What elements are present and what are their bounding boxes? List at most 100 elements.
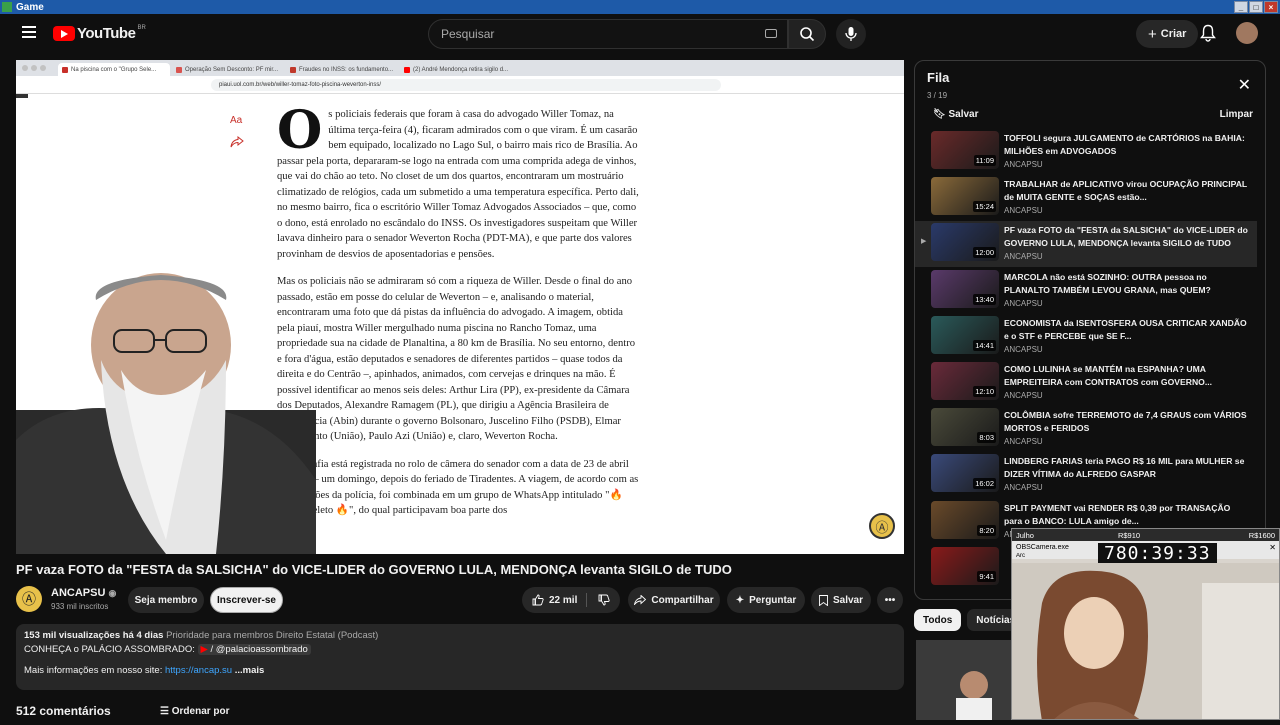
- tab-favicon-icon: [404, 66, 410, 73]
- channel-avatar[interactable]: Ⓐ: [16, 586, 42, 612]
- queue-item-thumbnail[interactable]: 8:03: [931, 408, 999, 447]
- keyboard-icon[interactable]: [765, 29, 777, 38]
- queue-item[interactable]: ▶ 12:00 PF vaza FOTO da "FESTA da SALSICHA…: [915, 221, 1257, 268]
- queue-item-title[interactable]: PF vaza FOTO da "FESTA da SALSICHA" do V…: [1004, 224, 1249, 250]
- like-button[interactable]: 22 mil: [532, 594, 577, 606]
- sort-label: Ordenar por: [171, 706, 230, 717]
- description-text: CONHEÇA o PALÁCIO ASSOMBRADO:: [24, 644, 195, 655]
- browser-tab: Fraudes no INSS: os fundamento...: [286, 63, 398, 76]
- queue-item-thumbnail[interactable]: 13:40: [931, 269, 999, 308]
- search-button[interactable]: [788, 19, 826, 49]
- queue-item-thumbnail[interactable]: 9:41: [931, 546, 999, 585]
- queue-item-duration: 8:03: [977, 432, 996, 444]
- queue-item-title[interactable]: COMO LULINHA se MANTÉM na ESPANHA? UMA E…: [1004, 363, 1249, 389]
- share-icon: [634, 595, 647, 605]
- queue-item-channel: ANCAPSU: [1004, 252, 1043, 262]
- video-player[interactable]: Na piscina com o "Grupo Sele... Operação…: [16, 60, 904, 554]
- queue-save-label: Salvar: [948, 109, 979, 120]
- queue-item-title[interactable]: MARCOLA não está SOZINHO: OUTRA pessoa n…: [1004, 271, 1249, 297]
- queue-item-duration: 14:41: [973, 339, 996, 351]
- voice-search-button[interactable]: [836, 19, 866, 49]
- description-text: Mais informações em nosso site:: [24, 665, 163, 676]
- browser-tab: Na piscina com o "Grupo Sele...: [58, 63, 170, 76]
- queue-item-title[interactable]: LINDBERG FARIAS teria PAGO R$ 16 MIL par…: [1004, 455, 1249, 481]
- queue-item[interactable]: 8:03 COLÔMBIA sofre TERREMOTO de 7,4 GRAU…: [915, 406, 1257, 452]
- minimize-button[interactable]: _: [1234, 1, 1248, 13]
- description-line: Mais informações em nosso site: https://…: [24, 665, 896, 676]
- create-button[interactable]: + Criar: [1136, 20, 1199, 48]
- queue-save-button[interactable]: 🔖︎ Salvar: [933, 109, 979, 120]
- description-stats: 153 mil visualizações há 4 dias: [24, 630, 164, 641]
- queue-item-title[interactable]: COLÔMBIA sofre TERREMOTO de 7,4 GRAUS co…: [1004, 409, 1249, 435]
- queue-item-thumbnail[interactable]: 15:24: [931, 177, 999, 216]
- logo-text: YouTube: [77, 25, 136, 42]
- join-button[interactable]: Seja membro: [128, 587, 204, 613]
- thumbs-up-icon: [532, 594, 544, 606]
- queue-item-duration: 8:20: [977, 524, 996, 536]
- channel-name[interactable]: ANCAPSU ◉: [51, 587, 116, 599]
- queue-item-thumbnail[interactable]: 16:02: [931, 454, 999, 493]
- channel-mention-link[interactable]: ▶ / @palacioassombrado: [197, 644, 311, 655]
- menu-icon[interactable]: [22, 26, 36, 41]
- overlay-close-icon[interactable]: ✕: [1269, 543, 1276, 552]
- queue-item-channel: ANCAPSU: [1004, 206, 1043, 216]
- channel-watermark-icon[interactable]: Ⓐ: [869, 513, 895, 539]
- video-description[interactable]: 153 mil visualizações há 4 dias Priorida…: [16, 624, 904, 690]
- queue-item-duration: 12:10: [973, 386, 996, 397]
- queue-item-duration: 12:00: [973, 247, 996, 259]
- queue-item-thumbnail[interactable]: 12:10: [931, 362, 999, 400]
- app-icon: [2, 2, 12, 12]
- ask-button[interactable]: ✦ Perguntar: [727, 587, 805, 613]
- queue-item[interactable]: 15:24 TRABALHAR de APLICATIVO virou OCUPA…: [915, 175, 1257, 221]
- save-label: Salvar: [832, 594, 864, 606]
- queue-item-title[interactable]: ECONOMISTA da ISENTOSFERA OUSA CRITICAR …: [1004, 317, 1249, 343]
- ask-label: Perguntar: [749, 594, 797, 606]
- create-label: Criar: [1160, 28, 1187, 40]
- browser-url: piaui.uol.com.br/web/willer-tomaz-foto-p…: [211, 79, 721, 91]
- sort-comments-button[interactable]: ☰ Ordenar por: [160, 706, 230, 717]
- share-button[interactable]: Compartilhar: [628, 587, 720, 613]
- queue-item-thumbnail[interactable]: 14:41: [931, 315, 999, 354]
- queue-item-title[interactable]: TRABALHAR de APLICATIVO virou OCUPAÇÃO P…: [1004, 178, 1249, 204]
- queue-item-thumbnail[interactable]: 8:20: [931, 500, 999, 539]
- save-button[interactable]: Salvar: [811, 587, 871, 613]
- more-actions-button[interactable]: •••: [877, 587, 903, 613]
- close-button[interactable]: ×: [1264, 1, 1278, 13]
- maximize-button[interactable]: □: [1249, 1, 1263, 13]
- queue-item-thumbnail[interactable]: 11:09: [931, 131, 999, 169]
- queue-item[interactable]: 13:40 MARCOLA não está SOZINHO: OUTRA pes…: [915, 268, 1257, 314]
- youtube-logo[interactable]: YouTube BR: [53, 25, 146, 42]
- article-paragraph: A fotografia está registrada no rolo de …: [277, 458, 639, 517]
- queue-item-title[interactable]: TOFFOLI segura JULGAMENTO de CARTÓRIOS n…: [1004, 132, 1249, 158]
- overlay-value: R$1600: [1248, 530, 1275, 540]
- queue-item-channel: ANCAPSU: [1004, 160, 1043, 169]
- browser-tab-strip: Na piscina com o "Grupo Sele... Operação…: [16, 60, 904, 76]
- description-link[interactable]: https://ancap.su: [165, 665, 232, 676]
- notifications-bell-icon[interactable]: [1200, 24, 1216, 42]
- recommended-video-thumbnail[interactable]: [916, 640, 1016, 720]
- queue-item-title[interactable]: SPLIT PAYMENT vai RENDER R$ 0,39 por TRA…: [1004, 502, 1249, 528]
- account-avatar[interactable]: [1236, 22, 1258, 44]
- browser-url-bar: piaui.uol.com.br/web/willer-tomaz-foto-p…: [16, 76, 904, 94]
- subscribe-button[interactable]: Inscrever-se: [210, 587, 283, 613]
- browser-tab-label: Fraudes no INSS: os fundamento...: [299, 66, 394, 73]
- queue-item[interactable]: 12:10 COMO LULINHA se MANTÉM na ESPANHA? …: [915, 360, 1257, 406]
- queue-item[interactable]: 16:02 LINDBERG FARIAS teria PAGO R$ 16 MI…: [915, 452, 1257, 498]
- queue-item[interactable]: 11:09 TOFFOLI segura JULGAMENTO de CARTÓR…: [915, 129, 1257, 175]
- tab-favicon-icon: [62, 66, 68, 73]
- browser-tab-label: Operação Sem Desconto: PF mir...: [185, 66, 279, 73]
- queue-item-duration: 11:09: [973, 155, 996, 166]
- overlay-name: Julho: [1016, 530, 1034, 540]
- chip-all[interactable]: Todos: [914, 609, 962, 631]
- thumbs-down-icon[interactable]: [598, 594, 610, 606]
- show-more-link[interactable]: ...mais: [235, 665, 265, 676]
- queue-item-duration: 15:24: [973, 201, 996, 213]
- queue-item-thumbnail[interactable]: 12:00: [931, 223, 999, 262]
- window-title: Game: [16, 1, 44, 13]
- search-input[interactable]: Pesquisar: [428, 19, 788, 49]
- queue-clear-button[interactable]: Limpar: [1220, 109, 1253, 120]
- search-placeholder: Pesquisar: [441, 27, 495, 41]
- queue-item[interactable]: 14:41 ECONOMISTA da ISENTOSFERA OUSA CRIT…: [915, 314, 1257, 360]
- close-queue-icon[interactable]: ✕: [1238, 75, 1251, 95]
- browser-tab-label: (2) André Mendonça retira sigilo d...: [413, 66, 509, 73]
